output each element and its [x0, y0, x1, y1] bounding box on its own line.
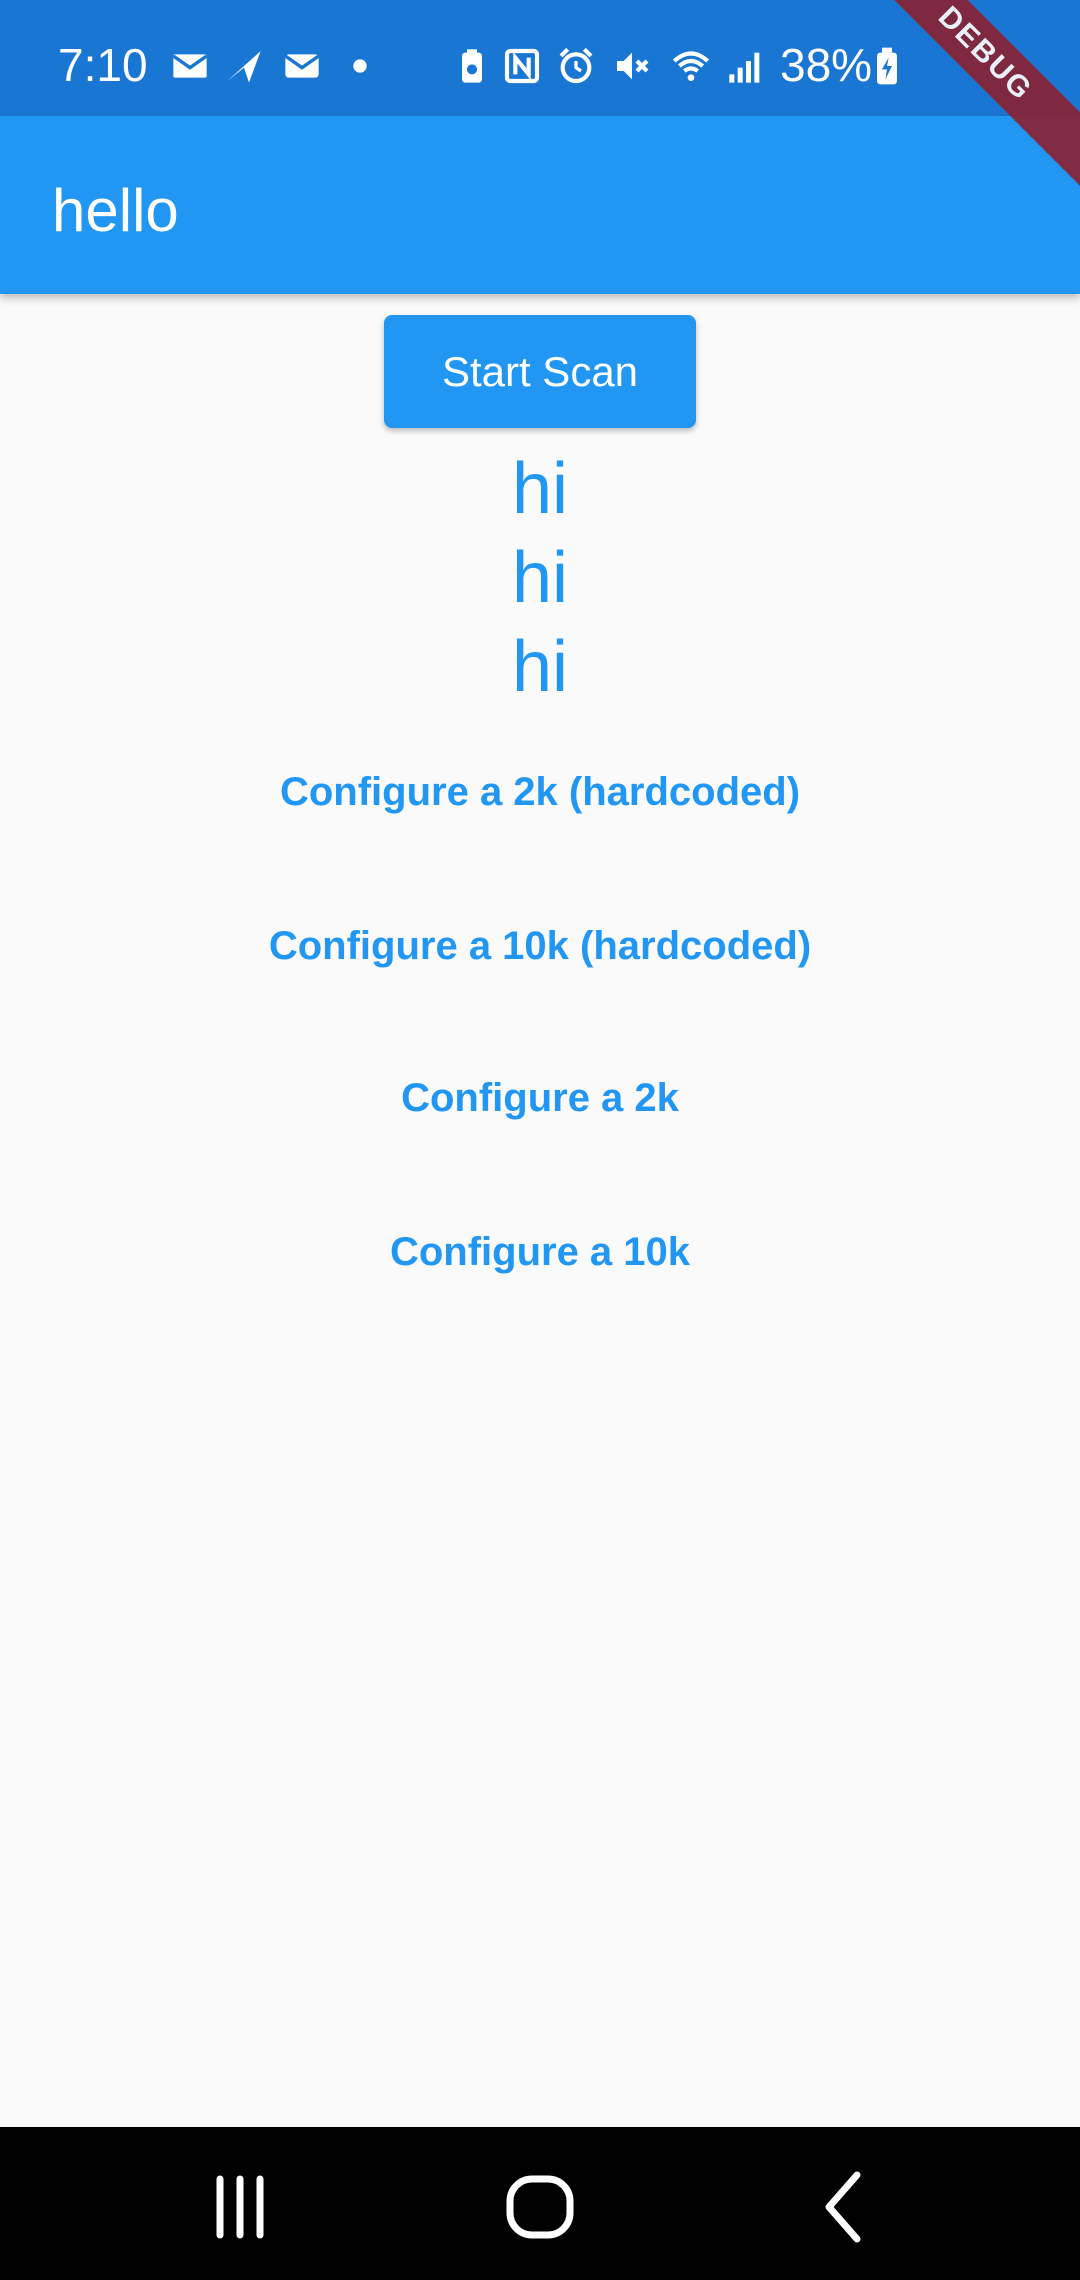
- hi-text: hi: [511, 449, 569, 529]
- app-bar: hello: [0, 116, 1080, 294]
- hi-text: hi: [511, 627, 569, 707]
- wifi-icon: [664, 46, 718, 86]
- status-time: 7:10: [58, 39, 148, 91]
- start-scan-button[interactable]: Start Scan: [384, 315, 696, 428]
- mail-icon: [168, 46, 212, 86]
- alarm-icon: [554, 46, 598, 86]
- dot-icon: [340, 46, 380, 86]
- back-icon[interactable]: [805, 2167, 885, 2247]
- configure-2k-button[interactable]: Configure a 2k: [0, 1058, 1080, 1138]
- send-icon: [222, 46, 266, 86]
- signal-icon: [724, 46, 768, 86]
- page-title: hello: [52, 177, 179, 244]
- battery-saver-icon: [450, 46, 494, 86]
- configure-2k-hardcoded-button[interactable]: Configure a 2k (hardcoded): [0, 752, 1080, 832]
- hi-text: hi: [511, 538, 569, 618]
- battery-percent: 38%: [780, 39, 873, 91]
- nfc-icon: [500, 46, 544, 86]
- battery-charging-icon: [870, 46, 904, 86]
- configure-10k-hardcoded-button[interactable]: Configure a 10k (hardcoded): [0, 906, 1080, 986]
- navigation-bar: [0, 2127, 1080, 2280]
- mute-icon: [610, 46, 654, 86]
- mail-icon: [280, 46, 324, 86]
- configure-10k-button[interactable]: Configure a 10k: [0, 1212, 1080, 1292]
- home-icon[interactable]: [500, 2167, 580, 2247]
- recent-apps-icon[interactable]: [200, 2167, 280, 2247]
